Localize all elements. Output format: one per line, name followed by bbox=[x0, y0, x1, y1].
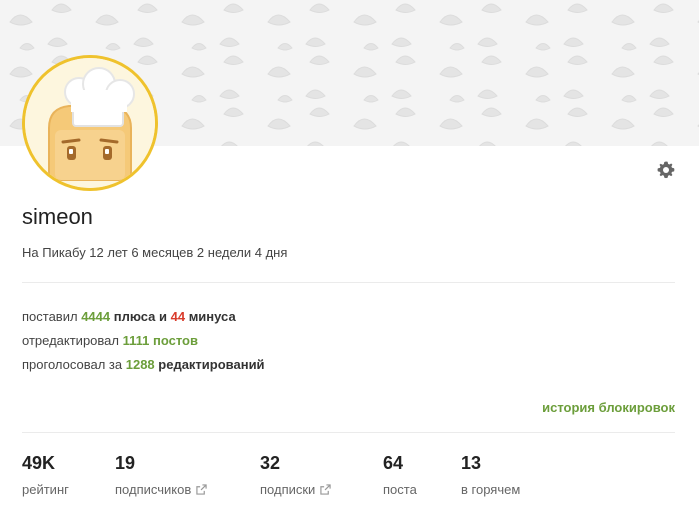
stat-posts: 64 поста bbox=[383, 453, 417, 497]
stat-hot: 13 в горячем bbox=[461, 453, 520, 497]
stat-value: 49K bbox=[22, 453, 56, 473]
edits-prefix: отредактировал bbox=[22, 333, 123, 348]
username: simeon bbox=[22, 204, 93, 229]
stat-label: поста bbox=[383, 482, 417, 497]
stat-subscriptions[interactable]: 32 подписки bbox=[260, 453, 332, 497]
edits-line: отредактировал 1111 постов bbox=[22, 333, 198, 348]
edit-votes-suffix: редактирований bbox=[154, 357, 265, 372]
votes-suffix: минуса bbox=[185, 309, 236, 324]
gear-icon bbox=[657, 161, 675, 179]
profile-page: simeon На Пикабу 12 лет 6 месяцев 2 неде… bbox=[0, 0, 699, 508]
votes-prefix: поставил bbox=[22, 309, 82, 324]
tenure-text: На Пикабу 12 лет 6 месяцев 2 недели 4 дн… bbox=[22, 245, 288, 260]
stat-label: рейтинг bbox=[22, 482, 69, 497]
votes-mid: плюса и bbox=[110, 309, 171, 324]
edit-votes-count: 1288 bbox=[125, 357, 155, 372]
minus-count: 44 bbox=[170, 309, 186, 324]
plus-count: 4444 bbox=[81, 309, 111, 324]
divider bbox=[22, 432, 675, 433]
external-link-icon bbox=[320, 484, 332, 495]
chef-toast-avatar-icon bbox=[25, 58, 155, 188]
avatar[interactable] bbox=[22, 55, 158, 191]
ban-history-link[interactable]: история блокировок bbox=[542, 400, 675, 415]
stat-label: подписчиков bbox=[115, 482, 192, 497]
stat-value: 19 bbox=[115, 453, 136, 473]
stat-label: подписки bbox=[260, 482, 316, 497]
edits-count: 1111 bbox=[122, 333, 150, 348]
stat-label-row: подписки bbox=[260, 482, 332, 497]
votes-line: поставил 4444 плюса и 44 минуса bbox=[22, 309, 236, 324]
settings-button[interactable] bbox=[656, 160, 676, 180]
external-link-icon bbox=[196, 484, 207, 495]
stat-value: 64 bbox=[383, 453, 404, 473]
stat-followers[interactable]: 19 подписчиков bbox=[115, 453, 207, 497]
edit-votes-line: проголосовал за 1288 редактирований bbox=[22, 357, 265, 372]
stat-value: 32 bbox=[260, 453, 281, 473]
stat-value: 13 bbox=[461, 453, 482, 473]
stat-label-row: подписчиков bbox=[115, 482, 207, 497]
divider bbox=[22, 282, 675, 283]
edits-suffix: постов bbox=[149, 333, 198, 348]
stat-rating: 49K рейтинг bbox=[22, 453, 69, 497]
stat-label: в горячем bbox=[461, 482, 521, 497]
edit-votes-prefix: проголосовал за bbox=[22, 357, 126, 372]
